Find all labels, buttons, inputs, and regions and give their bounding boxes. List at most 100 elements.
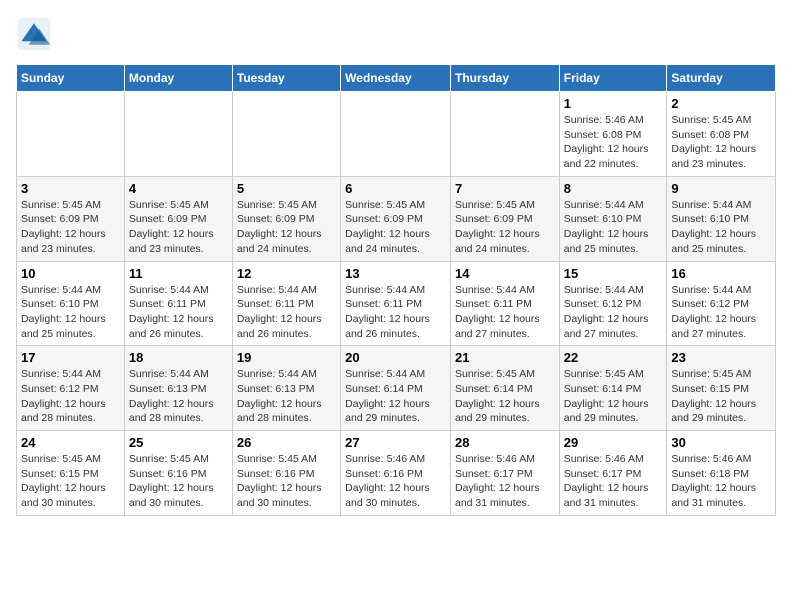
day-info: Sunrise: 5:44 AM Sunset: 6:13 PM Dayligh… — [237, 367, 336, 426]
day-info: Sunrise: 5:44 AM Sunset: 6:12 PM Dayligh… — [21, 367, 120, 426]
calendar-cell — [17, 92, 125, 177]
day-info: Sunrise: 5:45 AM Sunset: 6:16 PM Dayligh… — [129, 452, 228, 511]
calendar-cell: 15 Sunrise: 5:44 AM Sunset: 6:12 PM Dayli… — [559, 261, 667, 346]
day-info: Sunrise: 5:45 AM Sunset: 6:08 PM Dayligh… — [671, 113, 771, 172]
calendar-cell: 9Sunrise: 5:44 AM Sunset: 6:10 PM Daylig… — [667, 176, 776, 261]
day-number: 14 — [455, 266, 555, 281]
calendar-week-1: 3 Sunrise: 5:45 AM Sunset: 6:09 PM Daylig… — [17, 176, 776, 261]
day-number: 10 — [21, 266, 120, 281]
calendar-cell: 2 Sunrise: 5:45 AM Sunset: 6:08 PM Daylig… — [667, 92, 776, 177]
calendar-cell: 21 Sunrise: 5:45 AM Sunset: 6:14 PM Dayli… — [450, 346, 559, 431]
logo-icon — [16, 16, 52, 52]
day-number: 12 — [237, 266, 336, 281]
day-number: 11 — [129, 266, 228, 281]
day-number: 26 — [237, 435, 336, 450]
day-number: 23 — [671, 350, 771, 365]
day-number: 7 — [455, 181, 555, 196]
calendar-cell: 25 Sunrise: 5:45 AM Sunset: 6:16 PM Dayli… — [124, 431, 232, 516]
day-info: Sunrise: 5:46 AM Sunset: 6:08 PM Dayligh… — [564, 113, 663, 172]
calendar-cell: 24Sunrise: 5:45 AM Sunset: 6:15 PM Dayli… — [17, 431, 125, 516]
day-info: Sunrise: 5:44 AM Sunset: 6:12 PM Dayligh… — [671, 283, 771, 342]
calendar-cell: 30 Sunrise: 5:46 AM Sunset: 6:18 PM Dayli… — [667, 431, 776, 516]
calendar-cell: 17 Sunrise: 5:44 AM Sunset: 6:12 PM Dayli… — [17, 346, 125, 431]
calendar-cell — [341, 92, 451, 177]
calendar-cell: 29Sunrise: 5:46 AM Sunset: 6:17 PM Dayli… — [559, 431, 667, 516]
weekday-header-thursday: Thursday — [450, 65, 559, 92]
calendar-cell — [450, 92, 559, 177]
calendar-cell: 18 Sunrise: 5:44 AM Sunset: 6:13 PM Dayli… — [124, 346, 232, 431]
day-number: 8 — [564, 181, 663, 196]
day-info: Sunrise: 5:45 AM Sunset: 6:15 PM Dayligh… — [671, 367, 771, 426]
day-info: Sunrise: 5:45 AM Sunset: 6:16 PM Dayligh… — [237, 452, 336, 511]
calendar-cell: 14 Sunrise: 5:44 AM Sunset: 6:11 PM Dayli… — [450, 261, 559, 346]
day-info: Sunrise: 5:46 AM Sunset: 6:16 PM Dayligh… — [345, 452, 446, 511]
calendar-cell: 4 Sunrise: 5:45 AM Sunset: 6:09 PM Daylig… — [124, 176, 232, 261]
day-info: Sunrise: 5:45 AM Sunset: 6:09 PM Dayligh… — [129, 198, 228, 257]
calendar-cell: 28Sunrise: 5:46 AM Sunset: 6:17 PM Dayli… — [450, 431, 559, 516]
calendar-cell: 19 Sunrise: 5:44 AM Sunset: 6:13 PM Dayli… — [232, 346, 340, 431]
day-info: Sunrise: 5:44 AM Sunset: 6:12 PM Dayligh… — [564, 283, 663, 342]
page-header — [16, 16, 776, 52]
calendar-cell: 11 Sunrise: 5:44 AM Sunset: 6:11 PM Dayli… — [124, 261, 232, 346]
day-info: Sunrise: 5:44 AM Sunset: 6:11 PM Dayligh… — [345, 283, 446, 342]
calendar-week-3: 17 Sunrise: 5:44 AM Sunset: 6:12 PM Dayli… — [17, 346, 776, 431]
day-number: 19 — [237, 350, 336, 365]
calendar-cell: 6 Sunrise: 5:45 AM Sunset: 6:09 PM Daylig… — [341, 176, 451, 261]
day-info: Sunrise: 5:45 AM Sunset: 6:09 PM Dayligh… — [237, 198, 336, 257]
calendar-week-2: 10 Sunrise: 5:44 AM Sunset: 6:10 PM Dayli… — [17, 261, 776, 346]
day-info: Sunrise: 5:45 AM Sunset: 6:14 PM Dayligh… — [455, 367, 555, 426]
calendar-cell: 16 Sunrise: 5:44 AM Sunset: 6:12 PM Dayli… — [667, 261, 776, 346]
day-info: Sunrise: 5:44 AM Sunset: 6:10 PM Dayligh… — [671, 198, 771, 257]
day-info: Sunrise: 5:46 AM Sunset: 6:17 PM Dayligh… — [564, 452, 663, 511]
day-info: Sunrise: 5:44 AM Sunset: 6:14 PM Dayligh… — [345, 367, 446, 426]
day-number: 24 — [21, 435, 120, 450]
day-number: 2 — [671, 96, 771, 111]
day-number: 30 — [671, 435, 771, 450]
day-info: Sunrise: 5:44 AM Sunset: 6:10 PM Dayligh… — [21, 283, 120, 342]
calendar-cell: 23 Sunrise: 5:45 AM Sunset: 6:15 PM Dayli… — [667, 346, 776, 431]
day-number: 4 — [129, 181, 228, 196]
day-info: Sunrise: 5:44 AM Sunset: 6:11 PM Dayligh… — [455, 283, 555, 342]
calendar-cell: 10 Sunrise: 5:44 AM Sunset: 6:10 PM Dayli… — [17, 261, 125, 346]
calendar-cell: 20 Sunrise: 5:44 AM Sunset: 6:14 PM Dayli… — [341, 346, 451, 431]
day-info: Sunrise: 5:44 AM Sunset: 6:13 PM Dayligh… — [129, 367, 228, 426]
day-info: Sunrise: 5:46 AM Sunset: 6:18 PM Dayligh… — [671, 452, 771, 511]
weekday-header-row: SundayMondayTuesdayWednesdayThursdayFrid… — [17, 65, 776, 92]
calendar-cell: 8 Sunrise: 5:44 AM Sunset: 6:10 PM Daylig… — [559, 176, 667, 261]
day-number: 17 — [21, 350, 120, 365]
calendar-table: SundayMondayTuesdayWednesdayThursdayFrid… — [16, 64, 776, 516]
weekday-header-tuesday: Tuesday — [232, 65, 340, 92]
day-number: 20 — [345, 350, 446, 365]
day-info: Sunrise: 5:45 AM Sunset: 6:09 PM Dayligh… — [345, 198, 446, 257]
day-number: 15 — [564, 266, 663, 281]
day-number: 6 — [345, 181, 446, 196]
day-number: 13 — [345, 266, 446, 281]
day-number: 1 — [564, 96, 663, 111]
day-number: 5 — [237, 181, 336, 196]
calendar-cell: 5 Sunrise: 5:45 AM Sunset: 6:09 PM Daylig… — [232, 176, 340, 261]
day-number: 22 — [564, 350, 663, 365]
day-number: 16 — [671, 266, 771, 281]
day-info: Sunrise: 5:45 AM Sunset: 6:14 PM Dayligh… — [564, 367, 663, 426]
day-info: Sunrise: 5:44 AM Sunset: 6:11 PM Dayligh… — [237, 283, 336, 342]
calendar-cell: 26 Sunrise: 5:45 AM Sunset: 6:16 PM Dayli… — [232, 431, 340, 516]
calendar-cell: 22 Sunrise: 5:45 AM Sunset: 6:14 PM Dayli… — [559, 346, 667, 431]
calendar-cell: 3Sunrise: 5:45 AM Sunset: 6:09 PM Daylig… — [17, 176, 125, 261]
weekday-header-sunday: Sunday — [17, 65, 125, 92]
day-number: 18 — [129, 350, 228, 365]
calendar-body: 1 Sunrise: 5:46 AM Sunset: 6:08 PM Daylig… — [17, 92, 776, 516]
calendar-cell — [232, 92, 340, 177]
weekday-header-saturday: Saturday — [667, 65, 776, 92]
day-info: Sunrise: 5:44 AM Sunset: 6:10 PM Dayligh… — [564, 198, 663, 257]
calendar-week-0: 1 Sunrise: 5:46 AM Sunset: 6:08 PM Daylig… — [17, 92, 776, 177]
day-number: 3 — [21, 181, 120, 196]
day-number: 25 — [129, 435, 228, 450]
calendar-week-4: 24Sunrise: 5:45 AM Sunset: 6:15 PM Dayli… — [17, 431, 776, 516]
day-info: Sunrise: 5:44 AM Sunset: 6:11 PM Dayligh… — [129, 283, 228, 342]
calendar-cell: 13 Sunrise: 5:44 AM Sunset: 6:11 PM Dayli… — [341, 261, 451, 346]
logo — [16, 16, 58, 52]
day-number: 28 — [455, 435, 555, 450]
day-number: 27 — [345, 435, 446, 450]
calendar-cell: 7Sunrise: 5:45 AM Sunset: 6:09 PM Daylig… — [450, 176, 559, 261]
day-number: 21 — [455, 350, 555, 365]
